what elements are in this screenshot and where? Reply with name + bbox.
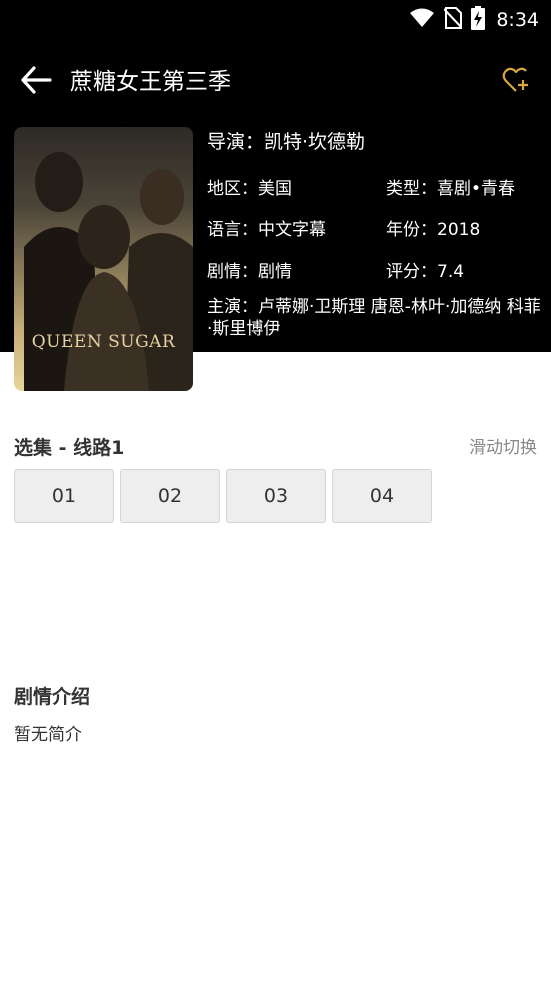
back-arrow-icon <box>20 66 52 98</box>
plot-label: 剧情：剧情 <box>207 262 292 282</box>
poster-image: QUEEN SUGAR <box>14 127 193 391</box>
swipe-hint[interactable]: 滑动切换 <box>469 433 537 458</box>
episode-button-03[interactable]: 03 <box>226 469 326 523</box>
cast-label: 主演：卢蒂娜·卫斯理 唐恩-林叶·加德纳 科菲·斯里博伊 <box>207 297 541 339</box>
battery-charging-icon <box>471 6 486 34</box>
language-label: 语言：中文字幕 <box>207 220 326 240</box>
episode-button-04[interactable]: 04 <box>332 469 432 523</box>
genre-label: 类型：喜剧•青春 <box>386 179 516 199</box>
poster-title: QUEEN SUGAR <box>31 332 176 352</box>
episodes-title: 选集 - 线路1 <box>14 437 125 459</box>
heart-plus-icon <box>502 66 532 98</box>
status-time: 8:34 <box>496 9 539 31</box>
status-bar: 8:34 <box>0 0 551 42</box>
rating-label: 评分：7.4 <box>386 262 465 282</box>
back-button[interactable] <box>18 64 54 100</box>
synopsis-title: 剧情介绍 <box>14 686 91 708</box>
no-sim-icon <box>443 7 464 33</box>
wifi-icon <box>409 8 435 32</box>
page-title: 蔗糖女王第三季 <box>70 69 231 95</box>
status-icons: 8:34 <box>409 6 539 34</box>
region-label: 地区：美国 <box>207 179 292 199</box>
favorite-button[interactable] <box>499 64 535 100</box>
episode-button-01[interactable]: 01 <box>14 469 114 523</box>
synopsis-text: 暂无简介 <box>14 725 82 745</box>
year-label: 年份：2018 <box>386 220 481 240</box>
episode-button-02[interactable]: 02 <box>120 469 220 523</box>
director-label: 导演：凯特·坎德勒 <box>207 131 366 153</box>
app-bar: 蔗糖女王第三季 <box>0 42 551 126</box>
episode-list: 01 02 03 04 <box>14 469 432 523</box>
